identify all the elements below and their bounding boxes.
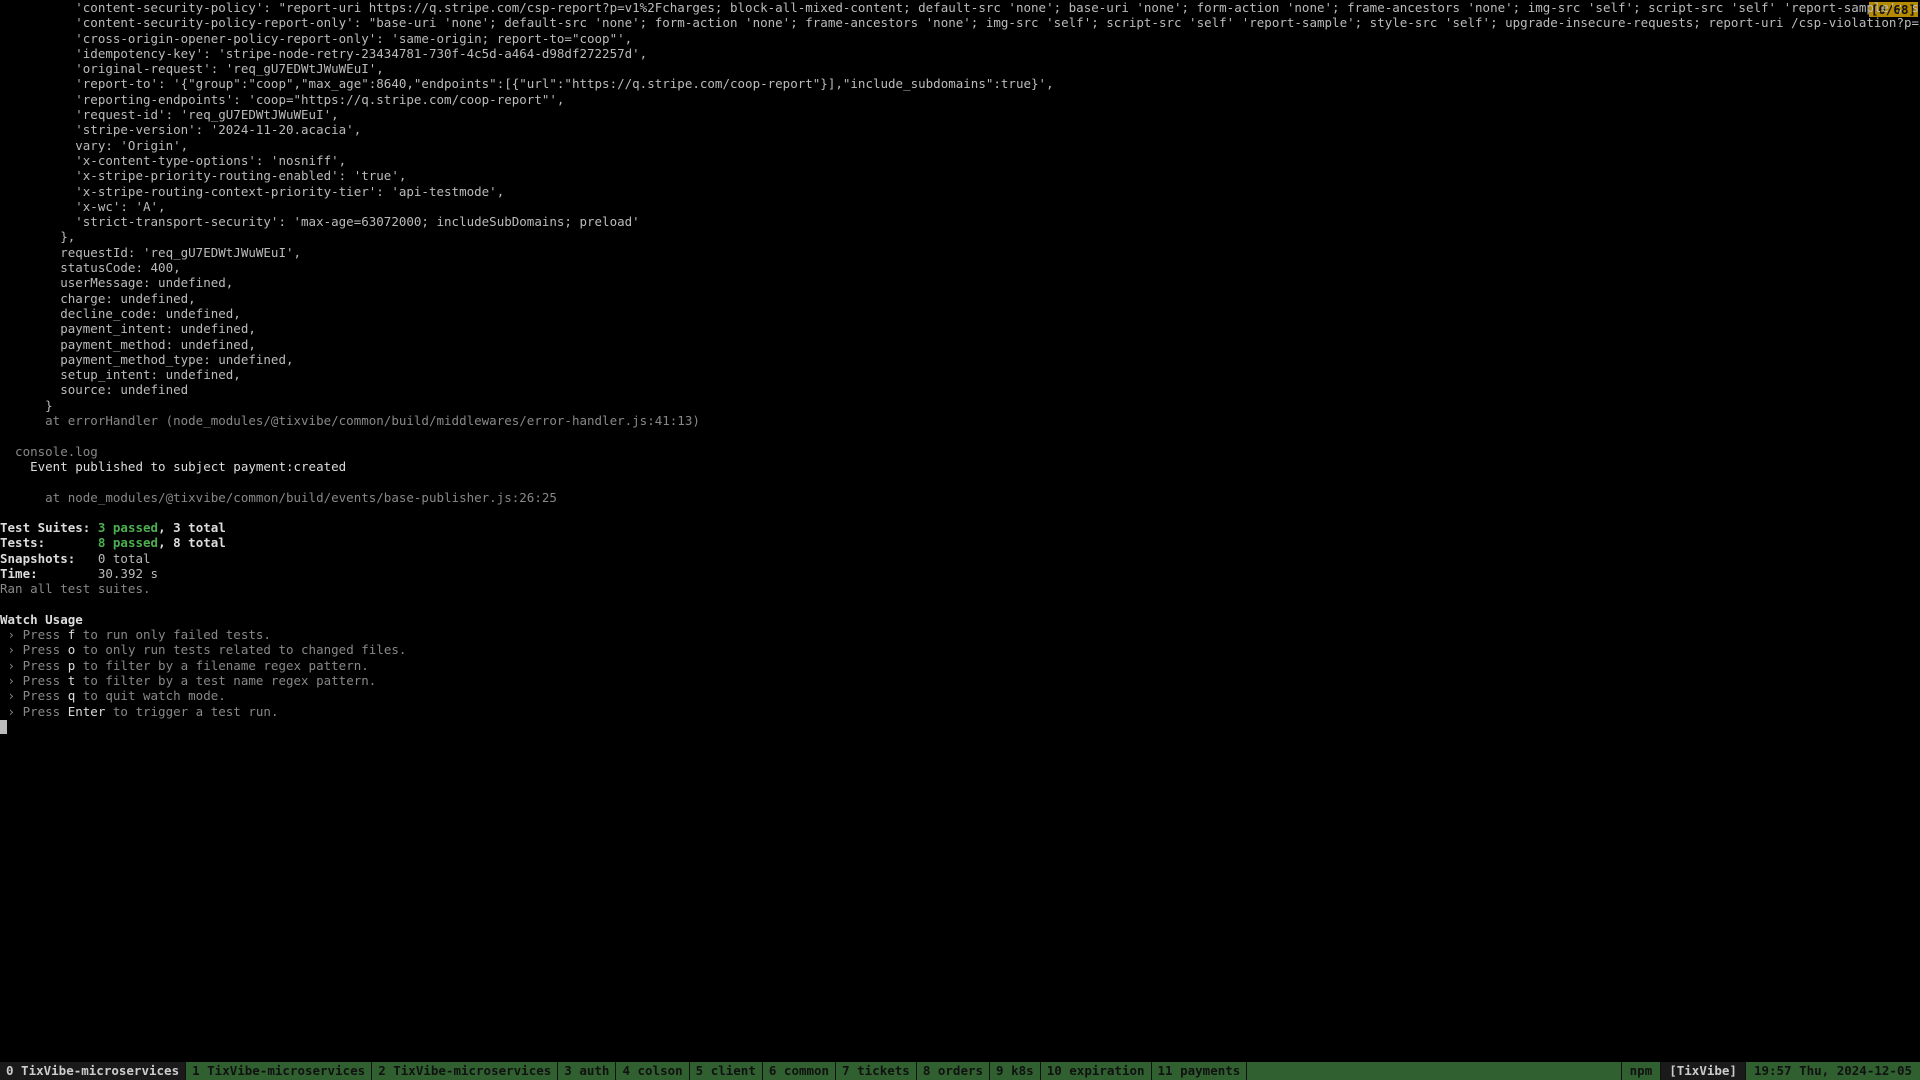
tmux-window-10[interactable]: 10 expiration — [1041, 1062, 1152, 1080]
tmux-window-1[interactable]: 1 TixVibe-microservices — [186, 1062, 372, 1080]
test-suites-label: Test Suites: — [0, 520, 98, 535]
tmux-window-8[interactable]: 8 orders — [917, 1062, 990, 1080]
stack-trace-line: at node_modules/@tixvibe/common/build/ev… — [0, 490, 557, 505]
tmux-window-11[interactable]: 11 payments — [1152, 1062, 1248, 1080]
tmux-window-9[interactable]: 9 k8s — [990, 1062, 1041, 1080]
time-label: Time: — [0, 566, 98, 581]
tests-label: Tests: — [0, 535, 98, 550]
cursor — [0, 720, 7, 734]
tmux-window-6[interactable]: 6 common — [763, 1062, 836, 1080]
tests-total: , 8 total — [158, 535, 226, 550]
ran-all-suites: Ran all test suites. — [0, 581, 151, 596]
terminal-output[interactable]: 'content-security-policy': "report-uri h… — [0, 0, 1920, 1062]
console-log-label: console.log — [0, 444, 98, 459]
time-value: 30.392 s — [98, 566, 158, 581]
status-session: [TixVibe] — [1660, 1062, 1745, 1080]
tests-passed: 8 passed — [98, 535, 158, 550]
test-suites-total: , 3 total — [158, 520, 226, 535]
tmux-window-4[interactable]: 4 colson — [616, 1062, 689, 1080]
snapshots-value: 0 total — [98, 551, 151, 566]
tmux-window-0[interactable]: 0 TixVibe-microservices — [0, 1062, 186, 1080]
watch-usage-title: Watch Usage — [0, 612, 83, 627]
status-clock: 19:57 Thu, 2024-12-05 — [1745, 1062, 1920, 1080]
tmux-window-5[interactable]: 5 client — [690, 1062, 763, 1080]
tmux-statusbar: 0 TixVibe-microservices1 TixVibe-microse… — [0, 1062, 1920, 1080]
snapshots-label: Snapshots: — [0, 551, 98, 566]
status-process: npm — [1621, 1062, 1661, 1080]
console-log-message: Event published to subject payment:creat… — [0, 459, 346, 474]
tmux-window-3[interactable]: 3 auth — [558, 1062, 616, 1080]
tmux-window-2[interactable]: 2 TixVibe-microservices — [372, 1062, 558, 1080]
stack-trace-line: at errorHandler (node_modules/@tixvibe/c… — [0, 413, 700, 428]
test-suites-passed: 3 passed — [98, 520, 158, 535]
tmux-window-7[interactable]: 7 tickets — [836, 1062, 917, 1080]
